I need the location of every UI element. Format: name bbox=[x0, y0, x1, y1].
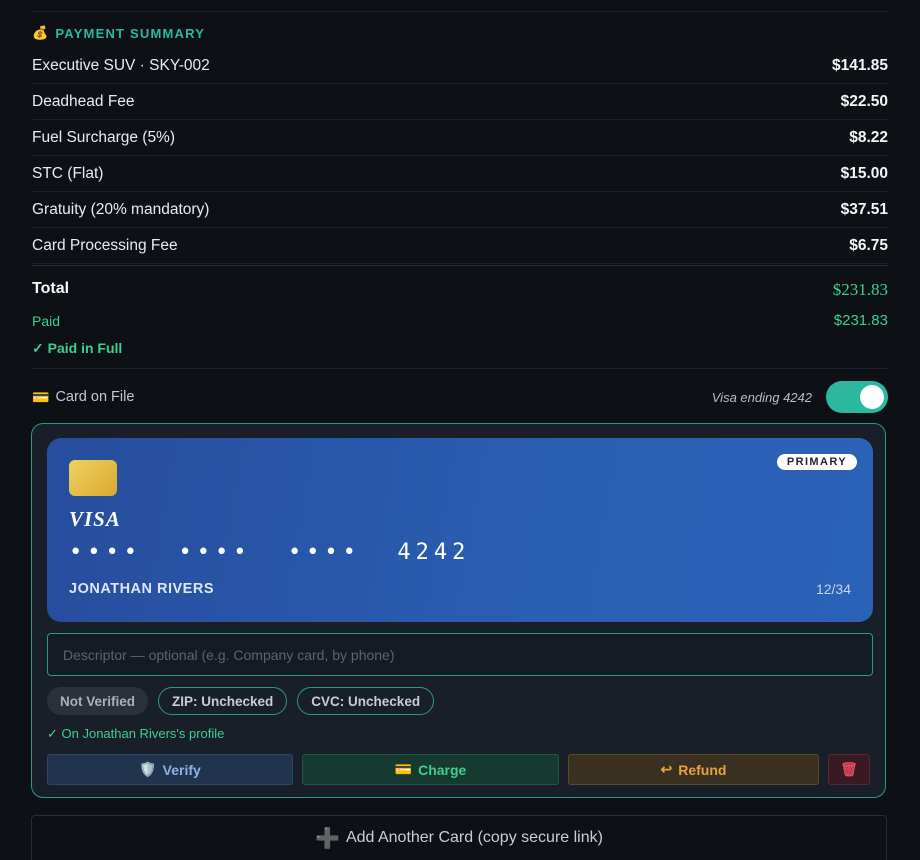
fare-line-processing-fee: Card Processing Fee $6.75 bbox=[32, 228, 888, 264]
fare-line-gratuity: Gratuity (20% mandatory) $37.51 bbox=[32, 192, 888, 228]
card-chip-icon bbox=[69, 460, 117, 496]
plus-icon: ➕ bbox=[315, 827, 340, 850]
top-divider bbox=[32, 11, 888, 12]
card-brand: VISA bbox=[69, 507, 121, 531]
fare-line-label: Executive SUV · SKY-002 bbox=[32, 56, 210, 74]
add-another-card-button[interactable]: ➕ Add Another Card (copy secure link) bbox=[31, 815, 887, 860]
card-expiry: 12/34 bbox=[815, 581, 851, 597]
fare-line-vehicle: Executive SUV · SKY-002 $141.85 bbox=[32, 48, 888, 84]
total-label: Total bbox=[32, 280, 70, 297]
total-divider bbox=[32, 265, 888, 266]
card-number: •••• •••• •••• 4242 bbox=[69, 540, 471, 565]
fare-line-amount: $141.85 bbox=[831, 56, 888, 74]
paid-amount: $231.83 bbox=[833, 312, 888, 329]
money-bag-icon: 💰 bbox=[32, 25, 50, 40]
fare-line-label: Card Processing Fee bbox=[32, 236, 178, 254]
card-panel: PRIMARY VISA •••• •••• •••• 4242 JONATHA… bbox=[31, 423, 886, 798]
total-row: Total $231.83 bbox=[32, 280, 888, 300]
card-on-file-label: Card on File bbox=[55, 389, 135, 405]
paid-row: Paid $231.83 bbox=[32, 312, 888, 329]
refund-button[interactable]: ↩ Refund bbox=[568, 754, 819, 785]
payment-summary-title: PAYMENT SUMMARY bbox=[55, 25, 206, 41]
toggle-knob bbox=[860, 385, 884, 409]
verify-button[interactable]: 🛡️ Verify bbox=[47, 754, 293, 785]
card-on-file-controls: Visa ending 4242 bbox=[712, 381, 888, 413]
card-on-file-title-group: 💳 Card on File bbox=[32, 389, 134, 406]
paid-label: Paid bbox=[32, 312, 61, 329]
fare-line-label: Fuel Surcharge (5%) bbox=[32, 128, 176, 146]
fare-line-label: STC (Flat) bbox=[32, 164, 104, 182]
fare-line-label: Gratuity (20% mandatory) bbox=[32, 200, 210, 218]
credit-card-icon: 💳 bbox=[394, 761, 413, 777]
charge-button[interactable]: 💳 Charge bbox=[302, 754, 559, 785]
card-ending-summary: Visa ending 4242 bbox=[711, 389, 812, 405]
card-section-divider bbox=[32, 368, 888, 369]
descriptor-input[interactable] bbox=[47, 633, 873, 676]
paid-in-full-status: ✓ Paid in Full bbox=[32, 340, 123, 356]
primary-badge: PRIMARY bbox=[776, 454, 857, 470]
fare-line-amount: $15.00 bbox=[840, 164, 888, 182]
fare-line-amount: $8.22 bbox=[849, 128, 888, 146]
verification-status-badge: Not Verified bbox=[47, 687, 149, 715]
credit-card-icon: 💳 bbox=[32, 388, 50, 405]
delete-card-button[interactable]: 🗑 bbox=[828, 754, 870, 785]
add-card-label: Add Another Card (copy secure link) bbox=[345, 829, 603, 846]
fare-line-fuel-surcharge: Fuel Surcharge (5%) $8.22 bbox=[32, 120, 888, 156]
trash-icon: 🗑 bbox=[840, 761, 858, 777]
card-on-file-toggle[interactable] bbox=[826, 381, 888, 413]
fare-line-label: Deadhead Fee bbox=[32, 92, 135, 110]
shield-icon: 🛡️ bbox=[139, 761, 157, 777]
cvc-check-badge: CVC: Unchecked bbox=[297, 687, 435, 715]
fare-line-amount: $22.50 bbox=[840, 92, 888, 110]
zip-check-badge: ZIP: Unchecked bbox=[158, 687, 288, 715]
payment-summary-header: 💰 PAYMENT SUMMARY bbox=[32, 24, 205, 42]
card-on-file-header: 💳 Card on File Visa ending 4242 bbox=[32, 380, 888, 414]
fare-line-amount: $37.51 bbox=[840, 200, 888, 218]
fare-line-amount: $6.75 bbox=[849, 236, 888, 254]
fare-line-deadhead: Deadhead Fee $22.50 bbox=[32, 84, 888, 120]
total-amount: $231.83 bbox=[832, 280, 888, 299]
return-arrow-icon: ↩ bbox=[660, 761, 673, 777]
verify-label: Verify bbox=[162, 761, 201, 778]
credit-card-visual[interactable]: PRIMARY VISA •••• •••• •••• 4242 JONATHA… bbox=[47, 438, 873, 622]
refund-label: Refund bbox=[678, 761, 727, 778]
charge-label: Charge bbox=[418, 761, 467, 778]
verification-badges: Not Verified ZIP: Unchecked CVC: Uncheck… bbox=[47, 687, 435, 715]
card-actions: 🛡️ Verify 💳 Charge ↩ Refund 🗑 bbox=[47, 754, 873, 785]
fare-line-stc: STC (Flat) $15.00 bbox=[32, 156, 888, 192]
fare-breakdown: Executive SUV · SKY-002 $141.85 Deadhead… bbox=[32, 48, 888, 264]
cardholder-name: JONATHAN RIVERS bbox=[69, 581, 214, 597]
profile-note: ✓ On Jonathan Rivers's profile bbox=[47, 726, 225, 741]
